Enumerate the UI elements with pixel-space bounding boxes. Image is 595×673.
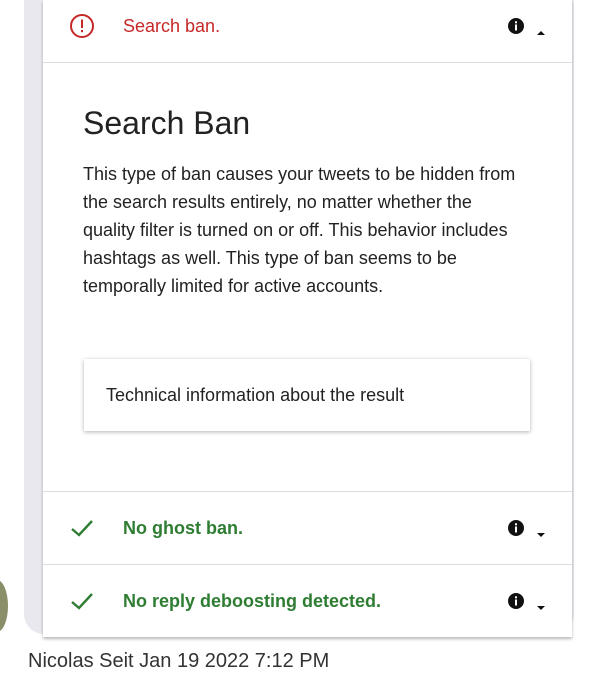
detail-panel: Search Ban This type of ban causes your … bbox=[83, 104, 533, 296]
alert-circle-icon bbox=[69, 13, 95, 39]
technical-info-button[interactable]: Technical information about the result bbox=[84, 359, 530, 431]
info-icon[interactable] bbox=[507, 592, 525, 610]
info-icon[interactable] bbox=[507, 17, 525, 35]
technical-info-label: Technical information about the result bbox=[106, 384, 405, 405]
check-label: No reply deboosting detected. bbox=[123, 590, 382, 611]
caret-down-icon[interactable] bbox=[537, 598, 545, 610]
result-card: Search ban. Search Ban This type of ban … bbox=[43, 0, 572, 637]
info-icon[interactable] bbox=[507, 519, 525, 537]
check-search-ban[interactable]: Search ban. bbox=[43, 0, 572, 63]
check-label: No ghost ban. bbox=[123, 517, 243, 538]
caret-up-icon[interactable] bbox=[537, 23, 545, 35]
caret-down-icon[interactable] bbox=[537, 525, 545, 537]
detail-text: This type of ban causes your tweets to b… bbox=[83, 164, 516, 296]
detail-title: Search Ban bbox=[83, 105, 251, 141]
avatar[interactable] bbox=[0, 580, 8, 632]
check-icon bbox=[69, 588, 95, 614]
check-reply-deboosting[interactable]: No reply deboosting detected. bbox=[43, 564, 572, 637]
check-ghost-ban[interactable]: No ghost ban. bbox=[43, 491, 572, 564]
check-icon bbox=[69, 515, 95, 541]
check-label: Search ban. bbox=[123, 15, 221, 36]
